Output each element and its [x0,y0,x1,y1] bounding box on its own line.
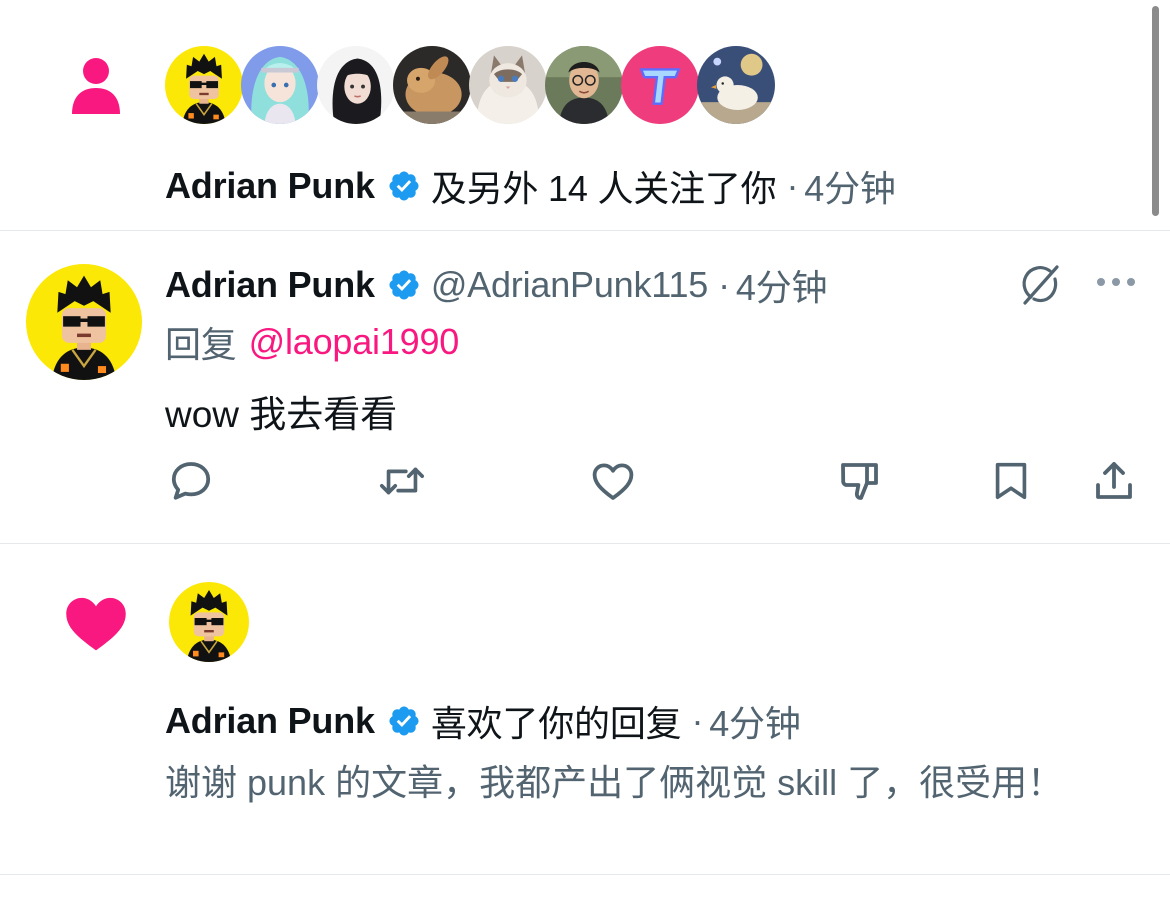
verified-badge-icon [387,704,421,738]
heart-icon [62,592,130,657]
timestamp: 4分钟 [709,703,801,744]
pixel-punk-avatar[interactable] [169,582,249,662]
divider [0,230,1170,231]
verified-badge-icon [387,268,421,302]
like-action-text: 喜欢了你的回复 [430,703,682,744]
mention-link[interactable]: @laopai1990 [249,321,460,363]
man-with-glasses-avatar[interactable] [545,46,623,124]
timestamp: 4分钟 [804,168,896,209]
grok-icon[interactable] [1014,258,1066,310]
tweet-header: Adrian Punk @AdrianPunk115 · 4分钟 [165,259,828,311]
divider [0,874,1170,875]
verified-badge-icon [387,169,421,203]
author-name[interactable]: Adrian Punk [165,264,375,306]
duck-in-space-avatar[interactable] [697,46,775,124]
reply-icon[interactable] [166,456,216,506]
tweet-text: wow 我去看看 [165,394,398,435]
reply-prefix: 回复 [165,324,237,365]
dislike-icon[interactable] [835,456,885,506]
separator: · [786,165,799,206]
share-icon[interactable] [1089,456,1139,506]
retweet-icon[interactable] [377,456,427,506]
author-handle[interactable]: @AdrianPunk115 [431,264,708,306]
actor-name[interactable]: Adrian Punk [165,700,375,742]
pixel-punk-avatar[interactable] [26,264,142,380]
scrollbar[interactable] [1152,6,1159,216]
follow-summary: Adrian Punk 及另外 14 人关注了你 · 4分钟 [165,160,896,212]
follower-avatars [165,46,775,126]
divider [0,543,1170,544]
pink-t-logo-avatar[interactable] [621,46,699,124]
rabbit-avatar[interactable] [393,46,471,124]
more-icon[interactable] [1090,262,1142,302]
follow-action-text: 及另外 14 人关注了你 [430,168,777,209]
separator: · [718,264,730,305]
pixel-punk-avatar[interactable] [165,46,243,124]
bookmark-icon[interactable] [986,456,1036,506]
reply-context: 回复 @laopai1990 [165,316,459,368]
girl-portrait-avatar[interactable] [317,46,395,124]
like-icon[interactable] [588,456,638,506]
ragdoll-cat-avatar[interactable] [469,46,547,124]
like-summary: Adrian Punk 喜欢了你的回复 · 4分钟 [165,695,801,747]
actor-name[interactable]: Adrian Punk [165,165,375,207]
person-icon [70,56,122,121]
liked-reply-text[interactable]: 谢谢 punk 的文章，我都产出了俩视觉 skill 了，很受用！ [165,755,1105,811]
timestamp[interactable]: 4分钟 [736,259,828,311]
anime-girl-avatar[interactable] [241,46,319,124]
separator: · [691,700,704,741]
